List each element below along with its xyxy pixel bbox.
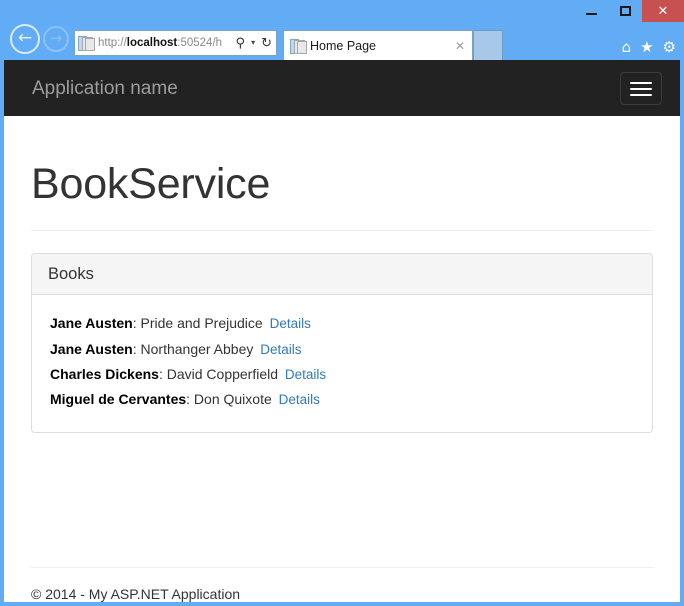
book-list-item: Jane Austen: Northanger Abbey Details	[50, 337, 634, 362]
page-viewport: Application name BookService Books Jane …	[4, 60, 680, 602]
browser-toolbar: ← → http://localhost:50524/h ⚲ ▾ ↻ Home …	[0, 22, 684, 60]
minimize-button[interactable]	[574, 0, 608, 22]
browser-toolbar-icons: ⌂ ★ ⚙	[622, 40, 676, 55]
search-icon[interactable]: ⚲	[234, 37, 248, 50]
book-author: Jane Austen	[50, 315, 133, 332]
book-author: Charles Dickens	[50, 365, 159, 382]
settings-gear-icon[interactable]: ⚙	[663, 40, 676, 55]
navbar-toggle-button[interactable]	[620, 72, 662, 105]
home-icon[interactable]: ⌂	[622, 40, 632, 55]
back-arrow-icon: ←	[17, 27, 33, 48]
hamburger-bar-icon	[630, 93, 652, 96]
books-panel-heading: Books	[32, 254, 652, 296]
book-list-item: Charles Dickens: David Copperfield Detai…	[50, 362, 634, 387]
tab-close-icon[interactable]: ✕	[452, 38, 468, 54]
url-text[interactable]: http://localhost:50524/h	[98, 32, 234, 54]
refresh-icon[interactable]: ↻	[259, 37, 274, 50]
maximize-button[interactable]	[608, 0, 642, 22]
book-author: Jane Austen	[50, 340, 133, 357]
footer-divider	[31, 567, 653, 568]
window-controls: ✕	[574, 0, 684, 22]
book-title: Northanger Abbey	[136, 340, 254, 357]
page-container: BookService Books Jane Austen: Pride and…	[4, 116, 680, 602]
back-button[interactable]: ←	[10, 24, 40, 54]
forward-button[interactable]: →	[43, 26, 69, 52]
book-title: Don Quixote	[190, 390, 272, 407]
tab-strip: Home Page ✕	[283, 22, 503, 60]
hamburger-bar-icon	[630, 87, 652, 90]
tab-home-page[interactable]: Home Page ✕	[283, 30, 473, 60]
new-tab-button[interactable]	[473, 30, 503, 60]
books-list: Jane Austen: Pride and Prejudice Details…	[50, 311, 634, 412]
navbar-brand[interactable]: Application name	[18, 79, 178, 98]
tab-title: Home Page	[310, 38, 377, 53]
page-footer: © 2014 - My ASP.NET Application	[31, 533, 653, 602]
tab-favicon-icon	[290, 38, 307, 54]
site-navbar: Application name	[4, 60, 680, 116]
forward-arrow-icon: →	[49, 28, 63, 47]
favorites-star-icon[interactable]: ★	[640, 40, 653, 55]
address-bar[interactable]: http://localhost:50524/h ⚲ ▾ ↻	[74, 30, 277, 56]
page-favicon-icon	[78, 35, 95, 51]
page-title: BookService	[31, 160, 271, 208]
close-button[interactable]: ✕	[642, 0, 684, 22]
title-divider	[31, 230, 653, 232]
chevron-down-icon[interactable]: ▾	[249, 39, 257, 47]
book-details-link[interactable]: Details	[260, 342, 301, 357]
book-details-link[interactable]: Details	[285, 367, 326, 382]
books-panel-body: Jane Austen: Pride and Prejudice Details…	[32, 295, 652, 432]
book-title: Pride and Prejudice	[136, 315, 263, 332]
book-details-link[interactable]: Details	[279, 392, 320, 407]
navigation-buttons: ← →	[6, 22, 74, 60]
book-list-item: Jane Austen: Pride and Prejudice Details	[50, 311, 634, 336]
title-bar: ✕	[0, 0, 684, 22]
books-panel-title: Books	[48, 265, 94, 284]
book-title: David Copperfield	[162, 365, 279, 382]
book-list-item: Miguel de Cervantes: Don Quixote Details	[50, 387, 634, 412]
book-author: Miguel de Cervantes	[50, 390, 187, 407]
book-details-link[interactable]: Details	[270, 316, 311, 331]
browser-window: ✕ ← → http://localhost:50524/h ⚲ ▾ ↻ Hom…	[0, 0, 684, 606]
maximize-icon	[619, 6, 631, 16]
books-panel: Books Jane Austen: Pride and Prejudice D…	[31, 253, 653, 434]
address-bar-icons: ⚲ ▾ ↻	[234, 37, 274, 50]
close-icon: ✕	[657, 3, 669, 19]
hamburger-bar-icon	[630, 81, 652, 84]
footer-copyright: © 2014 - My ASP.NET Application	[31, 586, 241, 602]
minimize-icon	[585, 13, 597, 15]
